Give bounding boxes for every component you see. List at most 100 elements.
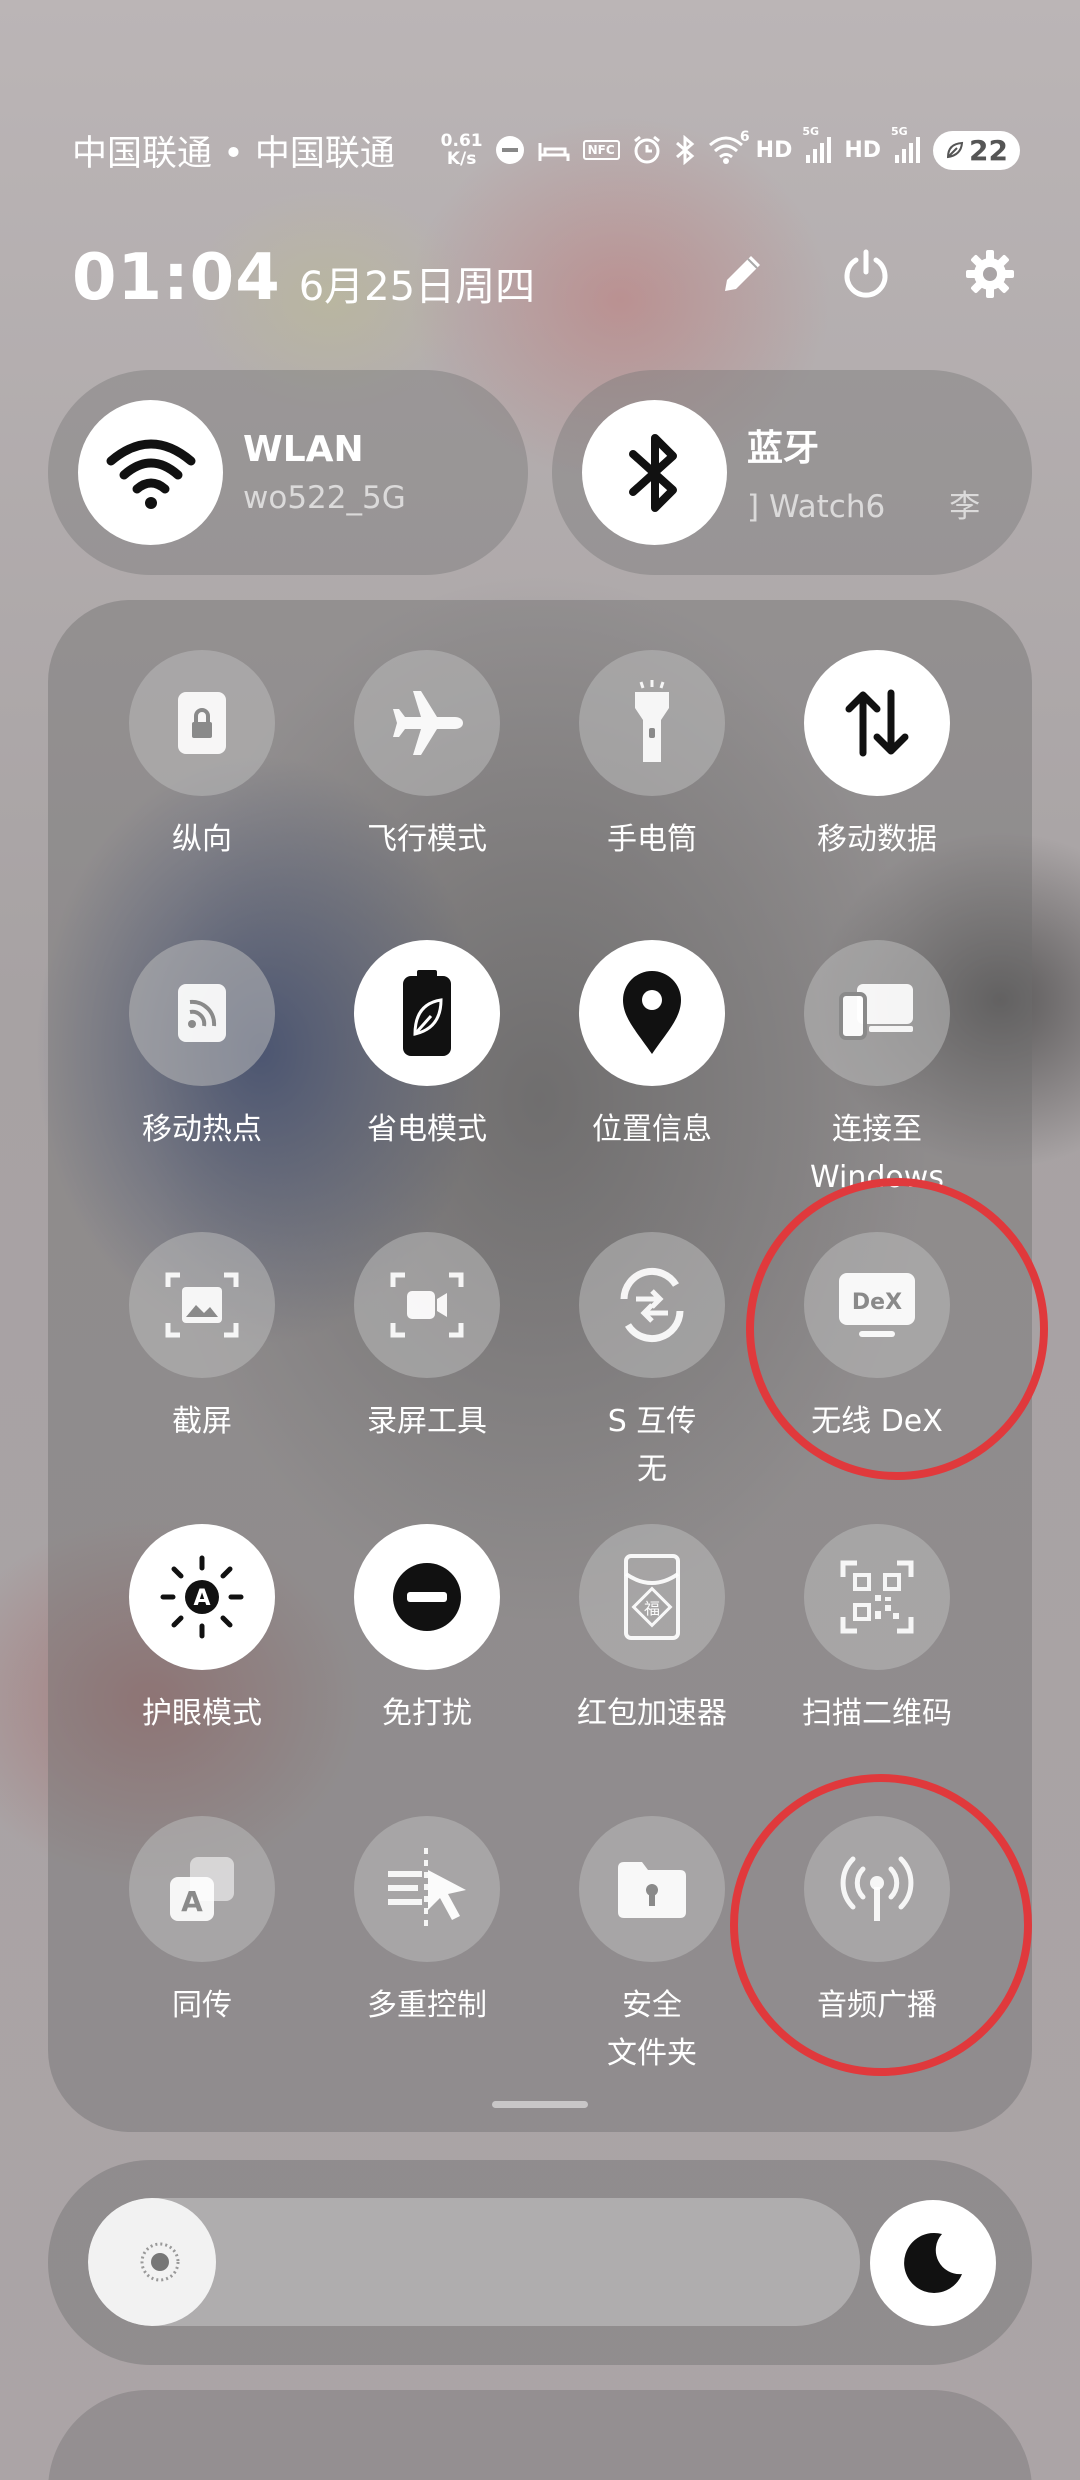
red-envelope-icon: 福 [579, 1524, 725, 1670]
tile-qr-scan[interactable]: 扫描二维码 [757, 1524, 997, 1738]
power-button[interactable] [836, 244, 896, 304]
tile-label: 免打扰 [382, 1696, 472, 1731]
bluetooth-toggle[interactable] [582, 400, 727, 545]
clock-time: 01:04 [72, 241, 281, 315]
tile-airplane[interactable]: 飞行模式 [307, 650, 547, 864]
tile-label: 音频广播 [817, 1988, 937, 2023]
tile-secure-folder[interactable]: 安全 文件夹 [532, 1816, 772, 2078]
tile-label: 录屏工具 [367, 1404, 487, 1439]
bluetooth-device-name: ] Watch6 李 [747, 489, 981, 525]
alarm-icon [632, 135, 662, 165]
multi-control-icon [354, 1816, 500, 1962]
tile-location[interactable]: 位置信息 [532, 940, 772, 1154]
panel-drag-handle[interactable] [492, 2101, 588, 2108]
battery-leaf-icon [947, 141, 964, 159]
network-type-2: 5G [891, 125, 908, 138]
nfc-icon: NFC [582, 140, 620, 160]
settings-button[interactable] [960, 244, 1020, 304]
tile-mobile-data[interactable]: 移动数据 [757, 650, 997, 864]
tile-label: 纵向 [172, 822, 232, 857]
bluetooth-title: 蓝牙 [747, 428, 820, 469]
tile-label: 省电模式 [367, 1112, 487, 1147]
tile-label: 位置信息 [592, 1112, 712, 1147]
tile-link-to-windows[interactable]: 连接至 Windows [757, 940, 997, 1202]
gear-icon [966, 250, 1014, 298]
wifi-status-icon: 6 [708, 129, 750, 165]
tile-eye-comfort[interactable]: A 护眼模式 [82, 1524, 322, 1738]
qr-scan-icon [804, 1524, 950, 1670]
bluetooth-card[interactable]: 蓝牙 ] Watch6 李 [552, 370, 1032, 575]
battery-indicator: 22 [933, 130, 1020, 170]
tile-screenshot[interactable]: 截屏 [82, 1232, 322, 1446]
eye-comfort-icon: A [129, 1524, 275, 1670]
flashlight-icon [579, 650, 725, 796]
carrier-label: 中国联通 • 中国联通 [72, 133, 395, 174]
tile-label: 飞行模式 [367, 822, 487, 857]
interpreter-icon: A [129, 1816, 275, 1962]
tile-label: 手电筒 [607, 822, 697, 857]
tile-power-saving[interactable]: 省电模式 [307, 940, 547, 1154]
tile-label: 安全 文件夹 [607, 1988, 697, 2071]
header-row: 01:04 6月25日周四 [72, 238, 1020, 318]
tile-red-envelope[interactable]: 福 红包加速器 [532, 1524, 772, 1738]
tile-multi-control[interactable]: 多重控制 [307, 1816, 547, 2030]
battery-level: 22 [969, 133, 1008, 167]
tile-label: 移动热点 [142, 1112, 262, 1147]
pencil-icon [725, 256, 760, 291]
dex-icon: DeX [804, 1232, 950, 1378]
tile-do-not-disturb[interactable]: 免打扰 [307, 1524, 547, 1738]
tile-label: 移动数据 [817, 822, 937, 857]
sleep-status-icon [537, 135, 571, 165]
tile-screen-recorder[interactable]: 录屏工具 [307, 1232, 547, 1446]
moon-icon [904, 2232, 962, 2293]
wifi-icon [106, 439, 195, 509]
tile-label: 无线 DeX [811, 1404, 943, 1439]
tile-label: 扫描二维码 [802, 1696, 952, 1731]
screen-recorder-icon [354, 1232, 500, 1378]
tile-hotspot[interactable]: 移动热点 [82, 940, 322, 1154]
sun-icon [140, 2242, 180, 2282]
tile-flashlight[interactable]: 手电筒 [532, 650, 772, 864]
wlan-title: WLAN [243, 429, 364, 470]
tile-interpreter[interactable]: A 同传 [82, 1816, 322, 2030]
tile-label: 同传 [172, 1988, 232, 2023]
tile-label: 多重控制 [367, 1988, 487, 2023]
portrait-lock-icon [129, 650, 275, 796]
location-icon [579, 940, 725, 1086]
speed-value: 0.61 [440, 131, 483, 151]
svg-text:A: A [193, 1586, 210, 1611]
signal-icon-2: 5G [891, 125, 921, 165]
tile-quick-share[interactable]: S 互传 无 [532, 1232, 772, 1494]
do-not-disturb-icon [354, 1524, 500, 1670]
night-mode-button[interactable] [870, 2200, 996, 2326]
brightness-slider[interactable] [88, 2198, 860, 2326]
secure-folder-icon [579, 1816, 725, 1962]
tile-label: S 互传 无 [607, 1404, 697, 1487]
bluetooth-status-icon [674, 135, 696, 165]
header-actions [712, 244, 1020, 304]
tile-label: 护眼模式 [142, 1696, 262, 1731]
mobile-data-icon [804, 650, 950, 796]
speed-unit: K/s [446, 149, 477, 169]
bluetooth-icon [628, 433, 677, 512]
power-saving-icon [354, 940, 500, 1086]
quick-share-icon [579, 1232, 725, 1378]
link-to-windows-icon [804, 940, 950, 1086]
network-speed: 0.61 K/s [441, 132, 483, 168]
hd-label-2: HD [844, 137, 882, 163]
tile-label: 红包加速器 [577, 1696, 727, 1731]
wlan-card[interactable]: WLAN wo522_5G [48, 370, 528, 575]
clock-date: 6月25日周四 [298, 264, 536, 310]
tile-audio-broadcast[interactable]: 音频广播 [757, 1816, 997, 2030]
wlan-network-name: wo522_5G [243, 480, 406, 516]
svg-text:A: A [181, 1885, 203, 1918]
status-bar: 中国联通 • 中国联通 0.61 K/s NFC 6 HD 5G HD 5G 2… [72, 120, 1020, 180]
tile-wireless-dex[interactable]: DeX 无线 DeX [757, 1232, 997, 1446]
airplane-icon [354, 650, 500, 796]
edit-button[interactable] [712, 244, 772, 304]
tile-portrait[interactable]: 纵向 [82, 650, 322, 864]
tile-label: 连接至 Windows [810, 1112, 944, 1195]
network-type-1: 5G [802, 125, 820, 138]
signal-icon-1: 5G [802, 125, 832, 165]
wlan-toggle[interactable] [78, 400, 223, 545]
